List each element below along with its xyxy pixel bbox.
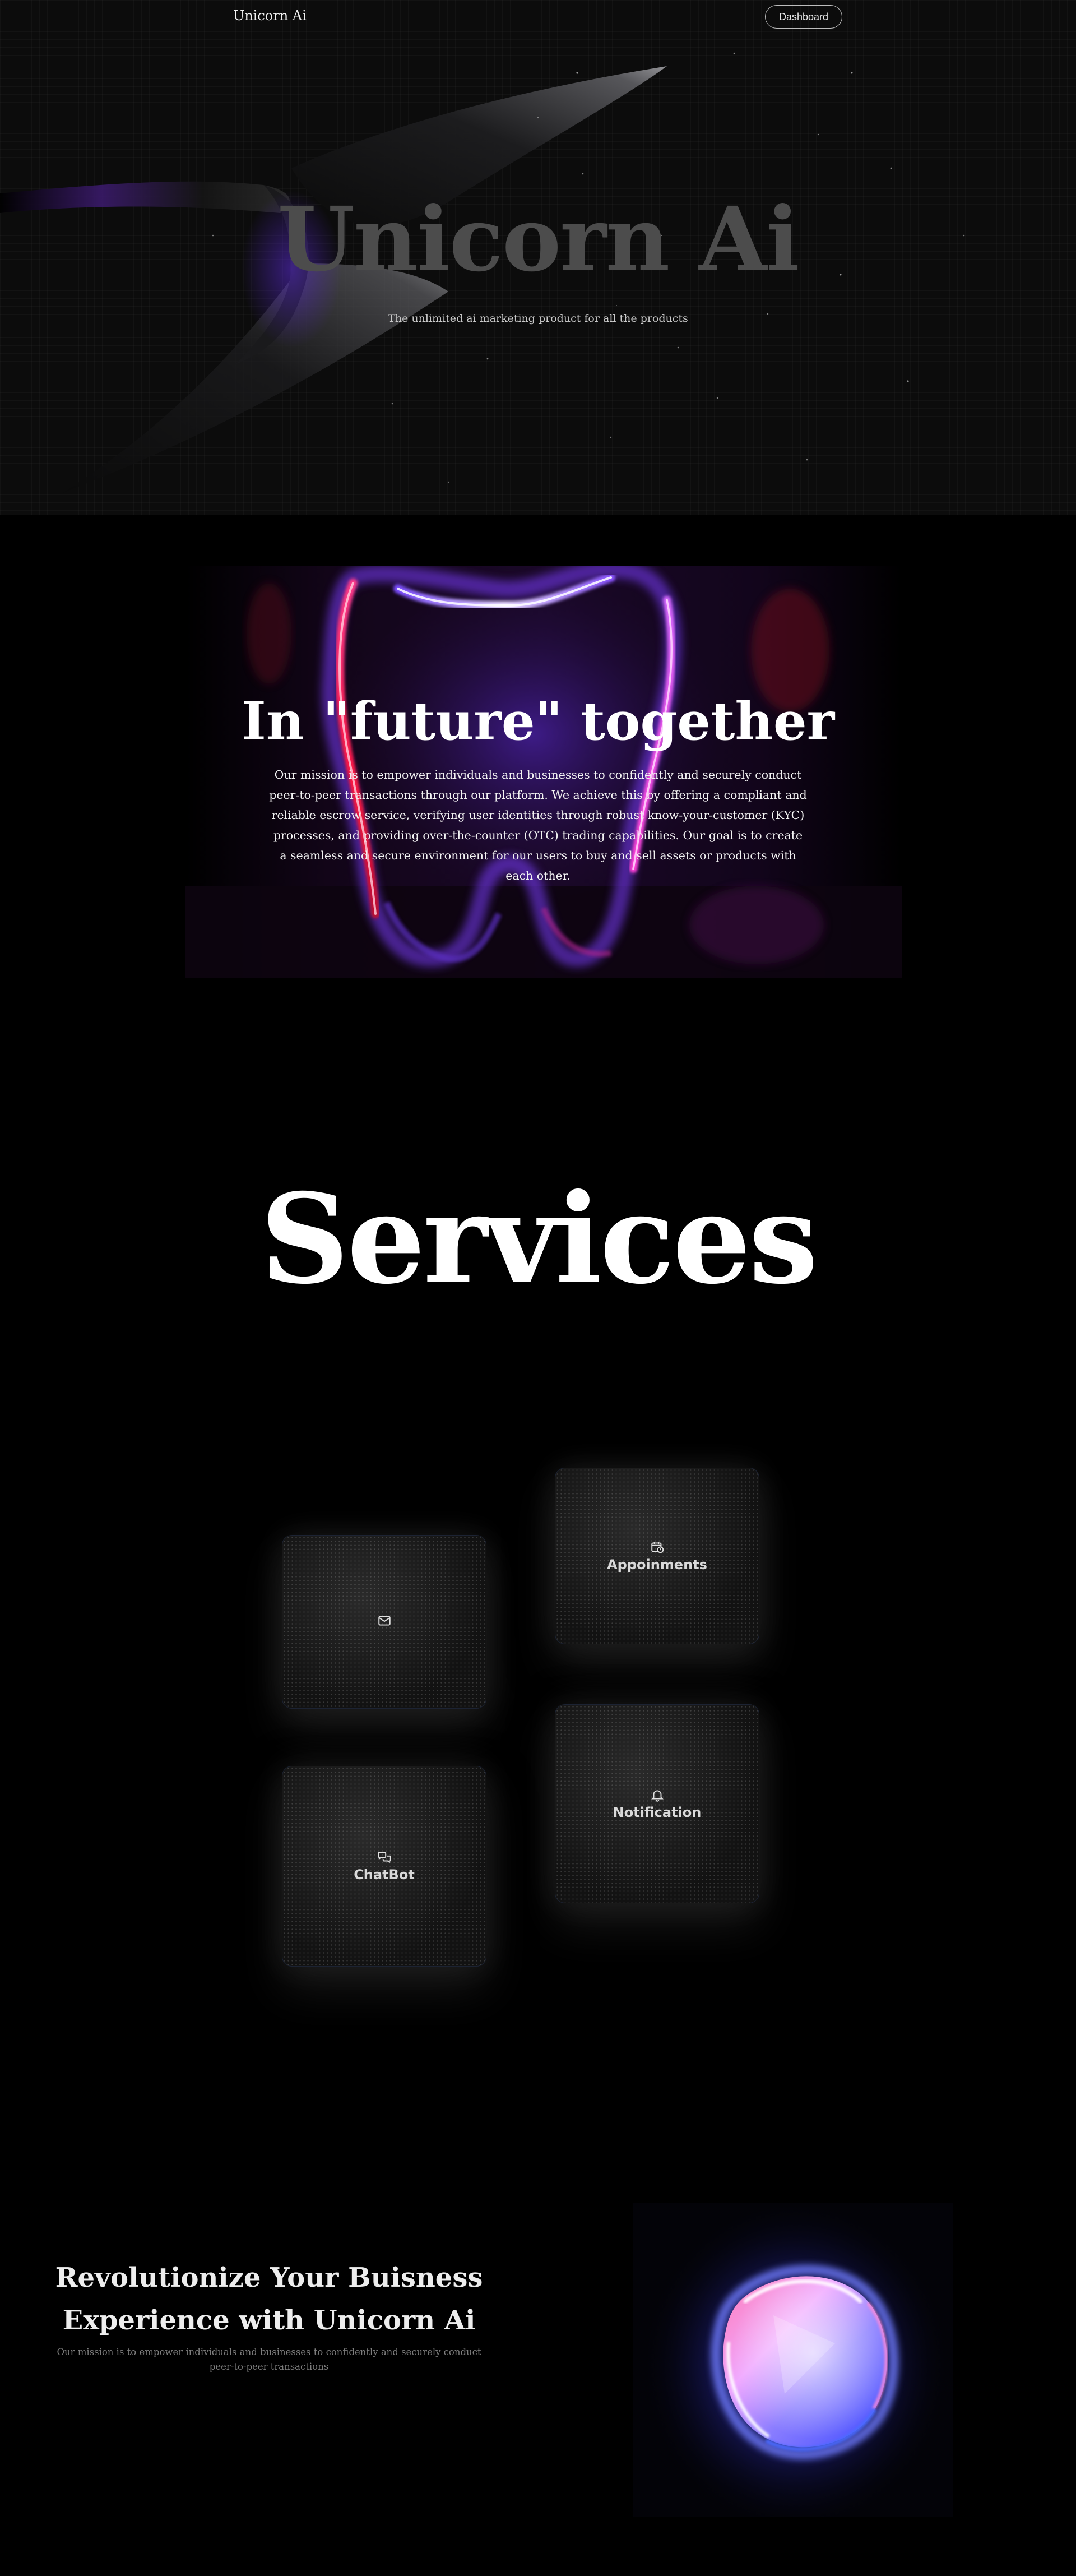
top-nav: Unicorn Ai Dashboard [0, 0, 1076, 34]
revolution-title-line-1: Revolutionize Your Buisness [55, 2262, 483, 2293]
revolution-title-line-2: Experience with Unicorn Ai [62, 2305, 476, 2336]
glowing-orb-artwork [633, 2198, 953, 2517]
services-title: Services [260, 1166, 818, 1311]
revolution-description: Our mission is to empower individuals an… [57, 2347, 481, 2372]
service-card-notification[interactable]: Notification [555, 1704, 759, 1903]
dashboard-button[interactable]: Dashboard [765, 5, 842, 29]
chat-bubbles-icon [377, 1852, 391, 1863]
hero-section: Unicorn Ai The unlimited ai marketing pr… [0, 0, 1076, 515]
mission-title: In "future" together [241, 691, 835, 752]
bell-icon [651, 1789, 664, 1802]
hero-title: Unicorn Ai [277, 188, 800, 292]
mission-description: Our mission is to empower individuals an… [269, 768, 807, 882]
calendar-clock-icon [651, 1541, 664, 1553]
mail-icon [378, 1616, 391, 1626]
service-card-label: Notification [613, 1804, 702, 1820]
service-card-label: ChatBot [354, 1867, 415, 1883]
service-card-appointments[interactable]: Appoinments [555, 1468, 759, 1644]
service-card-email[interactable] [282, 1535, 486, 1709]
service-card-chatbot[interactable]: ChatBot [282, 1766, 486, 1967]
hero-subtitle: The unlimited ai marketing product for a… [388, 312, 688, 325]
revolution-title: Revolutionize Your Buisness Experience w… [45, 2256, 493, 2342]
service-card-label: Appoinments [607, 1556, 707, 1573]
brand-logo-text[interactable]: Unicorn Ai [233, 8, 307, 24]
